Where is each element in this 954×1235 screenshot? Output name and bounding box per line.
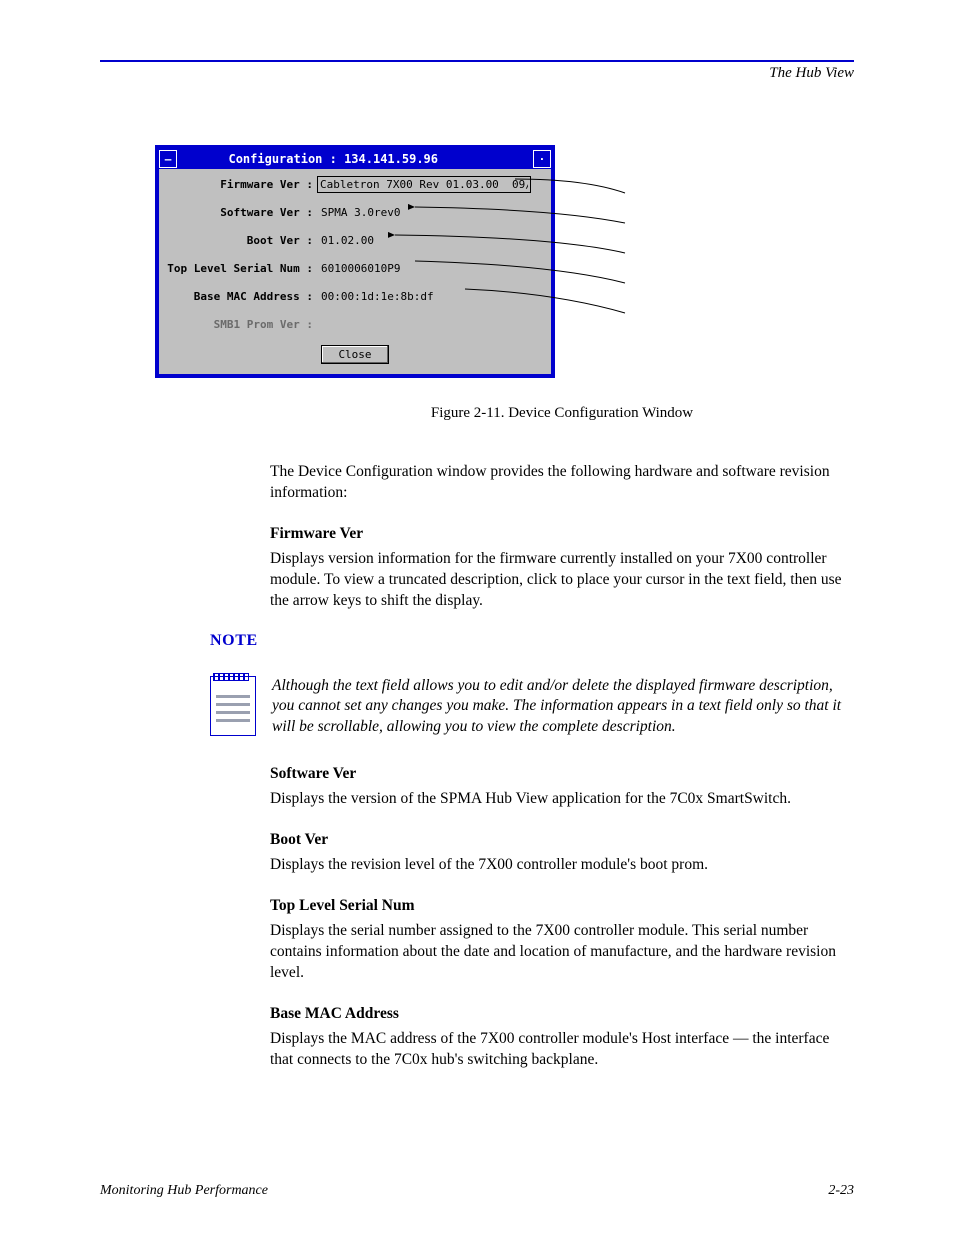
row-boot: Boot Ver : 01.02.00 (167, 231, 543, 249)
close-button[interactable]: Close (321, 345, 388, 364)
firmware-input[interactable] (317, 176, 531, 193)
figure-config-window: — Configuration : 134.141.59.96 · Firmwa… (155, 145, 595, 385)
row-software: Software Ver : SPMA 3.0rev0 (167, 203, 543, 221)
value-mac: 00:00:1d:1e:8b:df (317, 290, 434, 303)
row-mac: Base MAC Address : 00:00:1d:1e:8b:df (167, 287, 543, 305)
note-icon (210, 676, 256, 736)
para-firmware: Displays version information for the fir… (270, 549, 854, 612)
row-smb1: SMB1 Prom Ver : (167, 315, 543, 333)
footer-page-number: 2-23 (828, 1183, 854, 1199)
label-firmware: Firmware Ver : (167, 178, 317, 191)
value-boot: 01.02.00 (317, 234, 374, 247)
note-text: Although the text field allows you to ed… (272, 676, 854, 739)
label-software: Software Ver : (167, 206, 317, 219)
page-footer: Monitoring Hub Performance 2-23 (100, 1183, 854, 1199)
heading-software: Software Ver (270, 764, 854, 785)
minimize-icon[interactable]: · (533, 150, 551, 168)
label-boot: Boot Ver : (167, 234, 317, 247)
heading-serial: Top Level Serial Num (270, 896, 854, 917)
figure-caption: Figure 2-11. Device Configuration Window (270, 405, 854, 422)
footer-left: Monitoring Hub Performance (100, 1183, 268, 1199)
row-serial: Top Level Serial Num : 6010006010P9 (167, 259, 543, 277)
para-mac: Displays the MAC address of the 7X00 con… (270, 1029, 854, 1071)
label-serial: Top Level Serial Num : (167, 262, 317, 275)
system-menu-icon[interactable]: — (159, 150, 177, 168)
para-software: Displays the version of the SPMA Hub Vie… (270, 789, 854, 810)
window-titlebar[interactable]: — Configuration : 134.141.59.96 · (159, 149, 551, 169)
window-title: Configuration : 134.141.59.96 (228, 152, 438, 166)
value-serial: 6010006010P9 (317, 262, 400, 275)
heading-mac: Base MAC Address (270, 1004, 854, 1025)
note-label: NOTE (210, 632, 854, 650)
window-body: Firmware Ver : Software Ver : SPMA 3.0re… (159, 169, 551, 374)
label-smb1: SMB1 Prom Ver : (167, 318, 317, 331)
page-header: The Hub View (100, 60, 854, 90)
value-software: SPMA 3.0rev0 (317, 206, 400, 219)
row-firmware: Firmware Ver : (167, 175, 543, 193)
label-mac: Base MAC Address : (167, 290, 317, 303)
config-window: — Configuration : 134.141.59.96 · Firmwa… (155, 145, 555, 378)
heading-boot: Boot Ver (270, 830, 854, 851)
section-title: The Hub View (769, 65, 854, 82)
para-boot: Displays the revision level of the 7X00 … (270, 855, 854, 876)
para-serial: Displays the serial number assigned to t… (270, 921, 854, 984)
heading-firmware: Firmware Ver (270, 524, 854, 545)
note-block: Although the text field allows you to ed… (210, 676, 854, 739)
intro-paragraph: The Device Configuration window provides… (270, 462, 854, 504)
